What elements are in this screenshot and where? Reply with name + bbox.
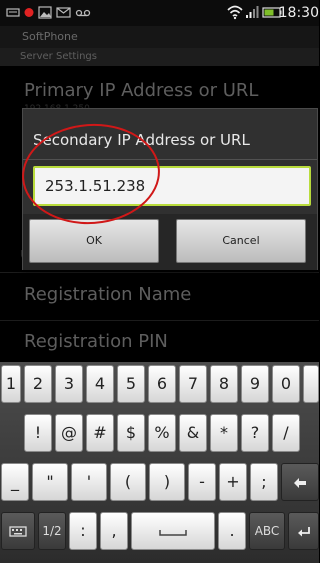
key-open-paren[interactable]: ( — [110, 463, 146, 501]
key-at[interactable]: @ — [55, 414, 83, 452]
section-header: Server Settings — [0, 48, 319, 66]
key-double-quote[interactable]: " — [32, 463, 68, 501]
keyboard-notification-icon — [6, 8, 20, 17]
enter-key[interactable] — [288, 512, 319, 550]
key-3[interactable]: 3 — [55, 365, 83, 403]
app-title: SoftPhone — [0, 26, 319, 48]
secondary-ip-dialog: Secondary IP Address or URL 253.1.51.238… — [22, 108, 318, 270]
divider — [0, 272, 319, 273]
symbol-keyboard: 1 2 3 4 5 6 7 8 9 0 ! @ # $ % & * ? / _ … — [0, 362, 319, 563]
key-semicolon[interactable]: ; — [250, 463, 278, 501]
key-percent[interactable]: % — [148, 414, 176, 452]
key-8[interactable]: 8 — [210, 365, 238, 403]
key-extra[interactable] — [303, 365, 319, 403]
key-7[interactable]: 7 — [179, 365, 207, 403]
key-2[interactable]: 2 — [24, 365, 52, 403]
key-ampersand[interactable]: & — [179, 414, 207, 452]
dialog-title: Secondary IP Address or URL — [33, 131, 250, 149]
keyboard-settings-key[interactable] — [1, 512, 35, 550]
signal-icon — [246, 6, 259, 18]
key-comma[interactable]: , — [100, 512, 128, 550]
key-question[interactable]: ? — [241, 414, 269, 452]
cancel-button[interactable]: Cancel — [176, 219, 306, 263]
space-key[interactable] — [131, 512, 215, 550]
key-single-quote[interactable]: ' — [71, 463, 107, 501]
key-exclamation[interactable]: ! — [24, 414, 52, 452]
divider — [0, 320, 319, 321]
key-plus[interactable]: + — [219, 463, 247, 501]
space-icon — [159, 529, 187, 536]
key-4[interactable]: 4 — [86, 365, 114, 403]
key-6[interactable]: 6 — [148, 365, 176, 403]
registration-name-setting[interactable]: Registration Name — [24, 284, 191, 305]
dialog-button-bar: OK Cancel — [23, 214, 317, 270]
page-toggle-key[interactable]: 1/2 — [38, 512, 66, 550]
key-period[interactable]: . — [218, 512, 246, 550]
registration-pin-setting[interactable]: Registration PIN — [24, 331, 168, 352]
key-close-paren[interactable]: ) — [149, 463, 185, 501]
key-minus[interactable]: - — [188, 463, 216, 501]
backspace-icon — [294, 477, 306, 488]
backspace-key[interactable] — [281, 463, 319, 501]
clock: 18:30 — [278, 5, 319, 21]
key-dollar[interactable]: $ — [117, 414, 145, 452]
mail-notification-icon — [56, 7, 71, 18]
enter-icon — [297, 526, 310, 536]
ok-button[interactable]: OK — [29, 219, 159, 263]
key-9[interactable]: 9 — [241, 365, 269, 403]
key-colon[interactable]: : — [69, 512, 97, 550]
key-asterisk[interactable]: * — [210, 414, 238, 452]
key-5[interactable]: 5 — [117, 365, 145, 403]
red-dot-notification-icon — [24, 8, 34, 17]
primary-ip-setting[interactable]: Primary IP Address or URL — [24, 80, 258, 101]
image-notification-icon — [38, 6, 52, 19]
abc-key[interactable]: ABC — [249, 512, 285, 550]
wifi-icon — [227, 5, 243, 20]
voicemail-notification-icon — [75, 9, 91, 17]
key-0[interactable]: 0 — [272, 365, 300, 403]
secondary-ip-input-value: 253.1.51.238 — [45, 177, 146, 195]
key-hash[interactable]: # — [86, 414, 114, 452]
keyboard-icon — [9, 525, 27, 537]
secondary-ip-input[interactable]: 253.1.51.238 — [33, 166, 311, 206]
key-underscore[interactable]: _ — [1, 463, 29, 501]
status-bar: 18:30 — [0, 0, 319, 26]
key-slash[interactable]: / — [272, 414, 300, 452]
dialog-divider — [23, 159, 317, 160]
key-1[interactable]: 1 — [1, 365, 21, 403]
